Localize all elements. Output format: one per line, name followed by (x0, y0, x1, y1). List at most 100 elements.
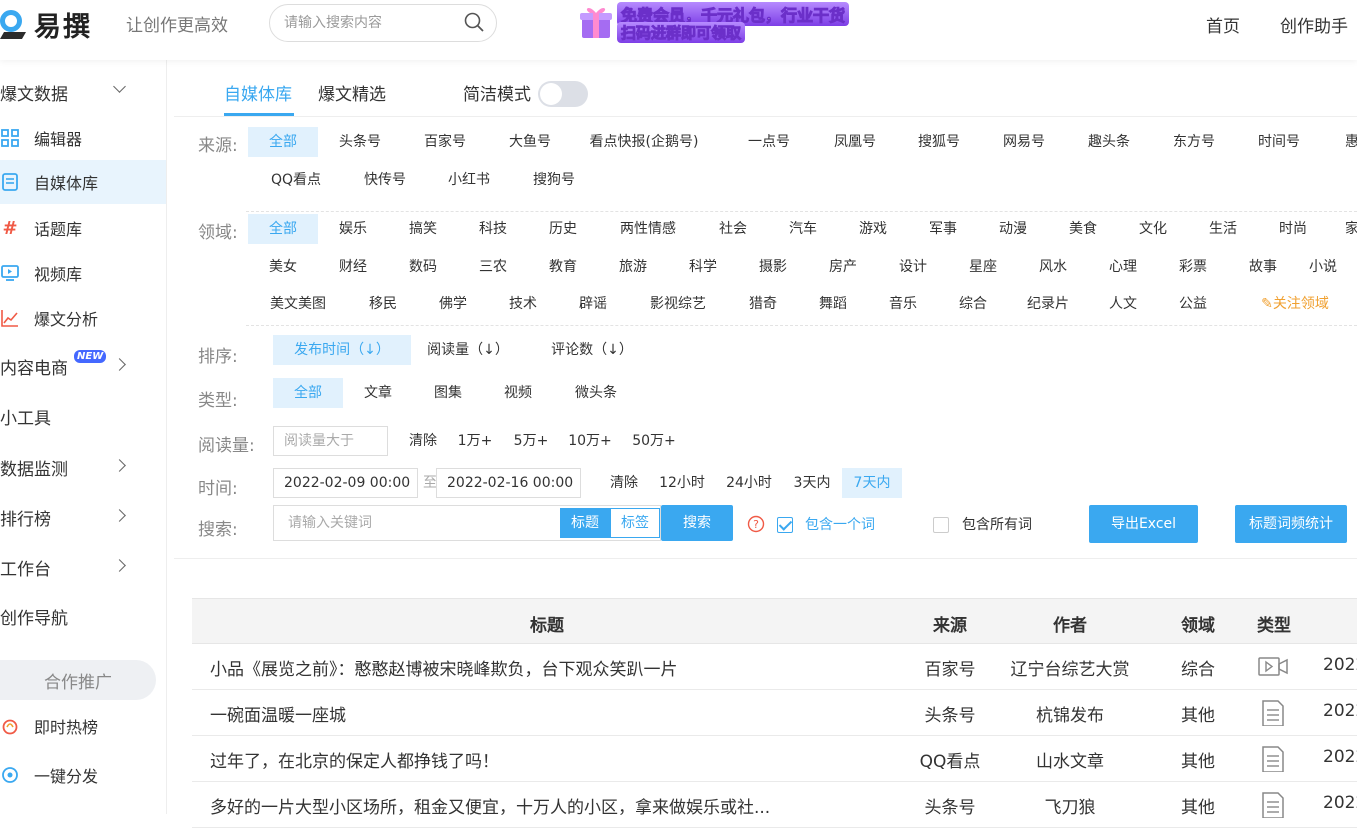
source-option-0[interactable]: 全部 (248, 127, 318, 157)
field-option-row2-3[interactable]: 三农 (458, 252, 528, 282)
sidebar-item-hot-list[interactable]: 即时热榜 (0, 704, 166, 748)
logo[interactable]: 易撰 (0, 4, 92, 44)
row-author[interactable]: 飞刀狼 (1000, 793, 1140, 818)
field-option-row3-12[interactable]: 公益 (1158, 289, 1228, 319)
source-option-2[interactable]: 百家号 (409, 127, 481, 157)
source-option-9[interactable]: 趣头条 (1074, 127, 1144, 157)
field-option-row2-4[interactable]: 教育 (528, 252, 598, 282)
sidebar-section-creation-nav[interactable]: 创作导航 (0, 594, 166, 638)
read-500k[interactable]: 50万+ (626, 426, 682, 456)
field-option-12[interactable]: 文化 (1118, 214, 1188, 244)
field-option-row2-14[interactable]: 故事 (1228, 252, 1298, 282)
read-10k[interactable]: 1万+ (452, 426, 498, 456)
field-option-6[interactable]: 社会 (698, 214, 768, 244)
title-word-stats-button[interactable]: 标题词频统计 (1235, 505, 1347, 543)
sidebar-item-media-library[interactable]: 自媒体库 (0, 160, 166, 204)
contain-all-checkbox[interactable] (933, 517, 949, 533)
source-option-8[interactable]: 网易号 (989, 127, 1059, 157)
field-option-row3-2[interactable]: 佛学 (418, 289, 488, 319)
field-option-row3-8[interactable]: 音乐 (868, 289, 938, 319)
source-option-row2-1[interactable]: 快传号 (350, 165, 420, 195)
time-start-input[interactable]: 2022-02-09 00:00 (273, 468, 418, 498)
field-option-row3-10[interactable]: 纪录片 (1008, 289, 1088, 319)
sidebar-section-ecommerce[interactable]: 内容电商 NEW (0, 344, 166, 388)
table-row[interactable]: 多好的一片大型小区场所，租金又便宜，十万人的小区，拿来做娱乐或社... 头条号 飞刀… (192, 782, 1357, 828)
field-option-1[interactable]: 娱乐 (318, 214, 388, 244)
field-option-5[interactable]: 两性情感 (598, 214, 698, 244)
field-option-11[interactable]: 美食 (1048, 214, 1118, 244)
read-50k[interactable]: 5万+ (506, 426, 556, 456)
type-micro-headline[interactable]: 微头条 (553, 378, 639, 408)
type-all[interactable]: 全部 (273, 378, 343, 408)
type-gallery[interactable]: 图集 (413, 378, 483, 408)
field-option-row2-10[interactable]: 星座 (948, 252, 1018, 282)
field-option-14[interactable]: 时尚 (1258, 214, 1328, 244)
seg-tag[interactable]: 标签 (610, 508, 660, 538)
type-video[interactable]: 视频 (483, 378, 553, 408)
row-author[interactable]: 杭锦发布 (1000, 701, 1140, 726)
field-option-row3-5[interactable]: 影视综艺 (628, 289, 728, 319)
read-count-input[interactable]: 阅读量大于 (273, 426, 388, 456)
field-option-row3-11[interactable]: 人文 (1088, 289, 1158, 319)
search-icon[interactable] (464, 12, 484, 32)
field-option-row2-1[interactable]: 财经 (318, 252, 388, 282)
source-option-row2-3[interactable]: 搜狗号 (519, 165, 589, 195)
source-option-6[interactable]: 凤凰号 (820, 127, 890, 157)
field-option-row2-9[interactable]: 设计 (878, 252, 948, 282)
field-option-row3-3[interactable]: 技术 (488, 289, 558, 319)
field-option-row2-2[interactable]: 数码 (388, 252, 458, 282)
field-option-row3-0[interactable]: 美文美图 (248, 289, 348, 319)
type-article[interactable]: 文章 (343, 378, 413, 408)
table-row[interactable]: 过年了，在北京的保定人都挣钱了吗！ QQ看点山水文章 其他 2022 (192, 736, 1357, 782)
row-title[interactable]: 一碗面温暖一座城 (210, 701, 810, 726)
source-option-5[interactable]: 一点号 (734, 127, 804, 157)
sidebar-section-tools[interactable]: 小工具 (0, 394, 166, 438)
promo-banner[interactable]: 免费会员，千元礼包，行业干货 扫码进群即可领取 (575, 0, 865, 44)
field-option-7[interactable]: 汽车 (768, 214, 838, 244)
time-7d[interactable]: 7天内 (842, 468, 902, 498)
source-option-4[interactable]: 看点快报(企鹅号) (579, 127, 709, 157)
sidebar-section-ranking[interactable]: 排行榜 (0, 495, 166, 539)
field-option-9[interactable]: 军事 (908, 214, 978, 244)
nav-creation-assistant[interactable]: 创作助手 (1280, 12, 1348, 37)
field-option-10[interactable]: 动漫 (978, 214, 1048, 244)
sort-read-count[interactable]: 阅读量（↓） (420, 335, 516, 365)
time-clear[interactable]: 清除 (601, 468, 647, 498)
field-option-4[interactable]: 历史 (528, 214, 598, 244)
field-option-8[interactable]: 游戏 (838, 214, 908, 244)
row-author[interactable]: 山水文章 (1000, 747, 1140, 772)
field-option-row2-5[interactable]: 旅游 (598, 252, 668, 282)
field-option-row2-8[interactable]: 房产 (808, 252, 878, 282)
field-option-row2-11[interactable]: 风水 (1018, 252, 1088, 282)
time-24h[interactable]: 24小时 (720, 468, 778, 498)
sidebar-item-topics[interactable]: # 话题库 (0, 206, 166, 250)
sort-publish-time[interactable]: 发布时间（↓） (273, 335, 411, 365)
sidebar-item-videos[interactable]: 视频库 (0, 251, 166, 295)
contain-one-checkbox[interactable] (777, 517, 793, 533)
time-12h[interactable]: 12小时 (653, 468, 711, 498)
field-option-row2-6[interactable]: 科学 (668, 252, 738, 282)
field-option-2[interactable]: 搞笑 (388, 214, 458, 244)
search-button[interactable]: 搜索 (661, 505, 733, 541)
table-row[interactable]: 一碗面温暖一座城 头条号 杭锦发布 其他 2022 (192, 690, 1357, 736)
table-row[interactable]: 小品《展览之前》：憨憨赵博被宋晓峰欺负，台下观众笑趴一片 百家号 辽宁台综艺大赏 综合… (192, 644, 1357, 690)
source-option-1[interactable]: 头条号 (324, 127, 396, 157)
row-title[interactable]: 多好的一片大型小区场所，租金又便宜，十万人的小区，拿来做娱乐或社... (210, 793, 810, 818)
simple-mode-toggle[interactable] (538, 81, 588, 107)
field-option-15[interactable]: 家 (1332, 214, 1357, 244)
source-option-12[interactable]: 惠 (1332, 127, 1357, 157)
sort-comment-count[interactable]: 评论数（↓） (544, 335, 640, 365)
read-clear[interactable]: 清除 (400, 426, 446, 456)
sidebar-section-workbench[interactable]: 工作台 (0, 545, 166, 589)
field-option-row3-9[interactable]: 综合 (938, 289, 1008, 319)
field-option-row2-0[interactable]: 美女 (248, 252, 318, 282)
sidebar-item-editor[interactable]: 编辑器 (0, 116, 166, 160)
follow-field-button[interactable]: ✎关注领域 (1254, 289, 1336, 319)
help-icon[interactable]: ? (747, 515, 765, 533)
source-option-3[interactable]: 大鱼号 (494, 127, 566, 157)
seg-title[interactable]: 标题 (560, 508, 610, 538)
field-option-row3-4[interactable]: 辟谣 (558, 289, 628, 319)
global-search-input[interactable] (284, 13, 454, 33)
tab-media-library[interactable]: 自媒体库 (224, 80, 292, 105)
tab-hot-picks[interactable]: 爆文精选 (318, 80, 386, 105)
